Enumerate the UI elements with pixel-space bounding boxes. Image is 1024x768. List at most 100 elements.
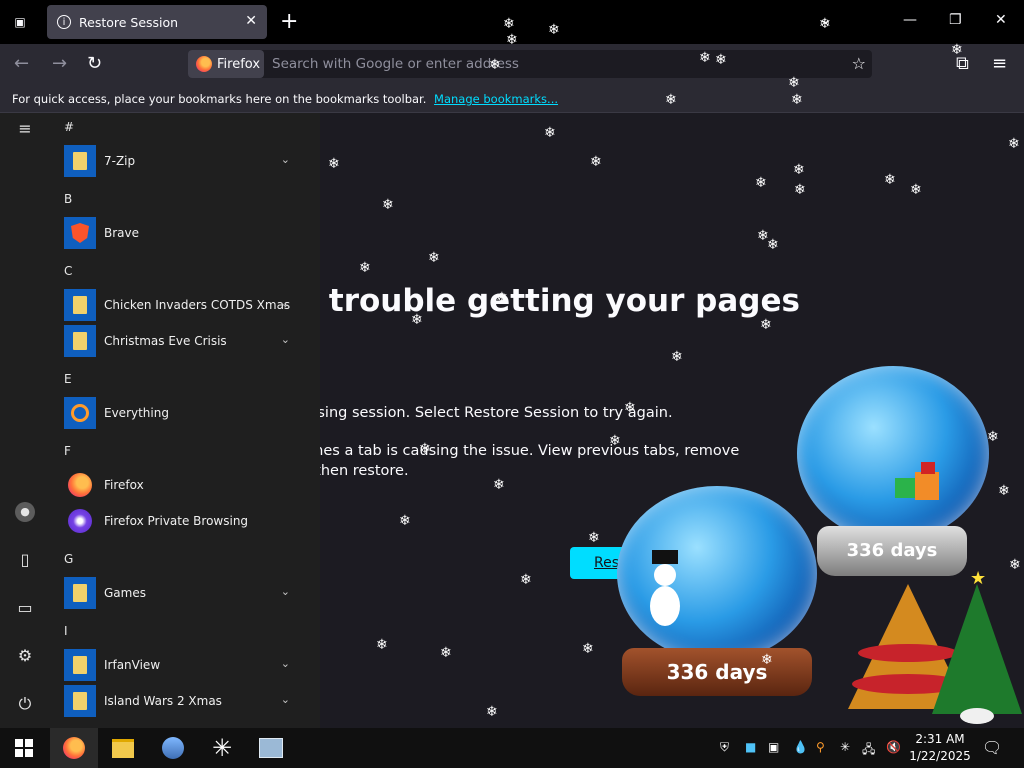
taskbar-app-people[interactable]	[149, 728, 197, 768]
network-icon[interactable]: 🖧	[862, 740, 875, 761]
group-letter-i[interactable]: I	[64, 624, 68, 638]
group-letter-c[interactable]: C	[64, 264, 72, 278]
app-name: Firefox Private Browsing	[104, 514, 249, 528]
start-menu: ≡ ● ▯ ▭ ⚙ ⏻ # 7-Zip ⌄ B Brave C Chicken …	[0, 113, 320, 728]
address-bar[interactable]: Firefox Search with Google or enter addr…	[188, 50, 872, 78]
group-letter-f[interactable]: F	[64, 444, 71, 458]
forward-button[interactable]: →	[52, 53, 67, 74]
group-letter-g[interactable]: G	[64, 552, 73, 566]
volume-muted-icon[interactable]: 🔇	[886, 740, 901, 754]
app-7zip[interactable]: 7-Zip ⌄	[64, 145, 304, 177]
search-icon	[64, 397, 96, 429]
documents-icon[interactable]: ▯	[15, 550, 35, 570]
bookmark-star-icon[interactable]: ☆	[852, 54, 866, 73]
app-firefox[interactable]: Firefox	[64, 469, 304, 501]
app-brave[interactable]: Brave	[64, 217, 304, 249]
drop-tray-icon[interactable]: 💧	[793, 740, 808, 754]
app-chicken-invaders[interactable]: Chicken Invaders COTDS Xmas ⌄	[64, 289, 304, 321]
close-tab-icon[interactable]: ✕	[245, 13, 257, 29]
settings-gear-icon[interactable]: ⚙	[15, 646, 35, 666]
security-tray-icon[interactable]: ⛨	[720, 740, 729, 755]
taskbar-app-window[interactable]	[247, 728, 295, 768]
url-input[interactable]: Search with Google or enter address	[272, 56, 519, 72]
hamburger-icon[interactable]: ≡	[15, 119, 35, 139]
clock-date: 1/22/2025	[909, 749, 971, 763]
group-letter-hash[interactable]: #	[64, 120, 74, 134]
system-clock[interactable]: 2:31 AM 1/22/2025	[905, 731, 975, 765]
start-button[interactable]	[0, 728, 48, 768]
app-games[interactable]: Games ⌄	[64, 577, 304, 609]
folder-icon	[64, 145, 96, 177]
new-tab-button[interactable]: +	[280, 10, 298, 34]
app-name: Chicken Invaders COTDS Xmas	[104, 298, 291, 312]
taskbar-snowflake-app[interactable]: ✳	[198, 728, 246, 768]
extensions-icon[interactable]: ⧉	[956, 53, 969, 74]
firefox-icon	[64, 469, 96, 501]
clock-time: 2:31 AM	[915, 732, 965, 746]
menu-button[interactable]: ≡	[992, 53, 1007, 74]
chevron-down-icon[interactable]: ⌄	[281, 657, 290, 670]
app-christmas-eve-crisis[interactable]: Christmas Eve Crisis ⌄	[64, 325, 304, 357]
app-name: 7-Zip	[104, 154, 136, 168]
app-firefox-private[interactable]: Firefox Private Browsing	[64, 505, 304, 537]
firefox-icon	[63, 737, 85, 759]
manage-bookmarks-link[interactable]: Manage bookmarks...	[434, 92, 558, 106]
app-name: Christmas Eve Crisis	[104, 334, 227, 348]
identity-box[interactable]: Firefox	[188, 50, 264, 78]
snowflake-icon: ✳	[211, 734, 233, 762]
folder-icon	[64, 325, 96, 357]
app-island-wars[interactable]: Island Wars 2 Xmas ⌄	[64, 685, 304, 717]
taskbar: ✳ ⛨ ■ ▣ 💧 ⚲ ✳ 🖧 🔇 2:31 AM 1/22/2025 🗨	[0, 728, 1024, 768]
close-window-button[interactable]: ✕	[995, 12, 1007, 28]
pictures-icon[interactable]: ▭	[15, 598, 35, 618]
bookmarks-toolbar: For quick access, place your bookmarks h…	[0, 84, 1024, 113]
window-icon	[259, 738, 283, 758]
folder-icon	[64, 577, 96, 609]
app-name: Island Wars 2 Xmas	[104, 694, 222, 708]
app-name: Games	[104, 586, 146, 600]
navigation-toolbar: ← → ↻ Firefox Search with Google or ente…	[0, 44, 1024, 84]
chevron-down-icon[interactable]: ⌄	[281, 585, 290, 598]
maximize-button[interactable]: ❐	[949, 12, 962, 28]
app-name: Everything	[104, 406, 169, 420]
taskbar-firefox[interactable]	[50, 728, 98, 768]
firefox-icon	[196, 56, 212, 72]
app-irfanview[interactable]: IrfanView ⌄	[64, 649, 304, 681]
group-letter-e[interactable]: E	[64, 372, 72, 386]
people-icon	[162, 737, 184, 759]
app-everything[interactable]: Everything	[64, 397, 304, 429]
chevron-down-icon[interactable]: ⌄	[281, 333, 290, 346]
folder-icon	[64, 649, 96, 681]
list-all-tabs-icon[interactable]: ▣	[8, 10, 32, 34]
start-menu-rail: ≡ ● ▯ ▭ ⚙ ⏻	[0, 113, 50, 728]
search-tray-icon[interactable]: ⚲	[816, 740, 825, 754]
chevron-down-icon[interactable]: ⌄	[281, 693, 290, 706]
tab-restore-session[interactable]: i Restore Session ✕	[47, 5, 267, 39]
app-tray-icon[interactable]: ■	[745, 740, 756, 754]
folder-icon	[112, 738, 134, 758]
user-avatar-icon[interactable]: ●	[15, 502, 35, 522]
identity-label: Firefox	[217, 56, 261, 72]
restore-session-button[interactable]: Res	[570, 547, 690, 579]
group-letter-b[interactable]: B	[64, 192, 72, 206]
tab-title: Restore Session	[79, 14, 179, 30]
windows-logo-icon	[15, 739, 33, 757]
back-button[interactable]: ←	[14, 53, 29, 74]
app-name: IrfanView	[104, 658, 161, 672]
collapse-icon[interactable]: ⌄	[820, 12, 832, 28]
reload-button[interactable]: ↻	[87, 53, 102, 74]
chevron-down-icon[interactable]: ⌄	[281, 153, 290, 166]
tab-strip: ▣ i Restore Session ✕ + ⌄ — ❐ ✕	[0, 0, 1024, 44]
app2-tray-icon[interactable]: ▣	[768, 740, 779, 754]
taskbar-file-explorer[interactable]	[99, 728, 147, 768]
info-icon: i	[57, 15, 71, 29]
chevron-down-icon[interactable]: ⌄	[281, 297, 290, 310]
bookmarks-message: For quick access, place your bookmarks h…	[12, 92, 558, 106]
snowflake-tray-icon[interactable]: ✳	[840, 740, 850, 754]
notifications-icon[interactable]: 🗨	[982, 738, 1002, 757]
minimize-button[interactable]: —	[903, 12, 917, 28]
power-icon[interactable]: ⏻	[15, 694, 35, 714]
app-name: Brave	[104, 226, 140, 240]
folder-icon	[64, 289, 96, 321]
folder-icon	[64, 685, 96, 717]
